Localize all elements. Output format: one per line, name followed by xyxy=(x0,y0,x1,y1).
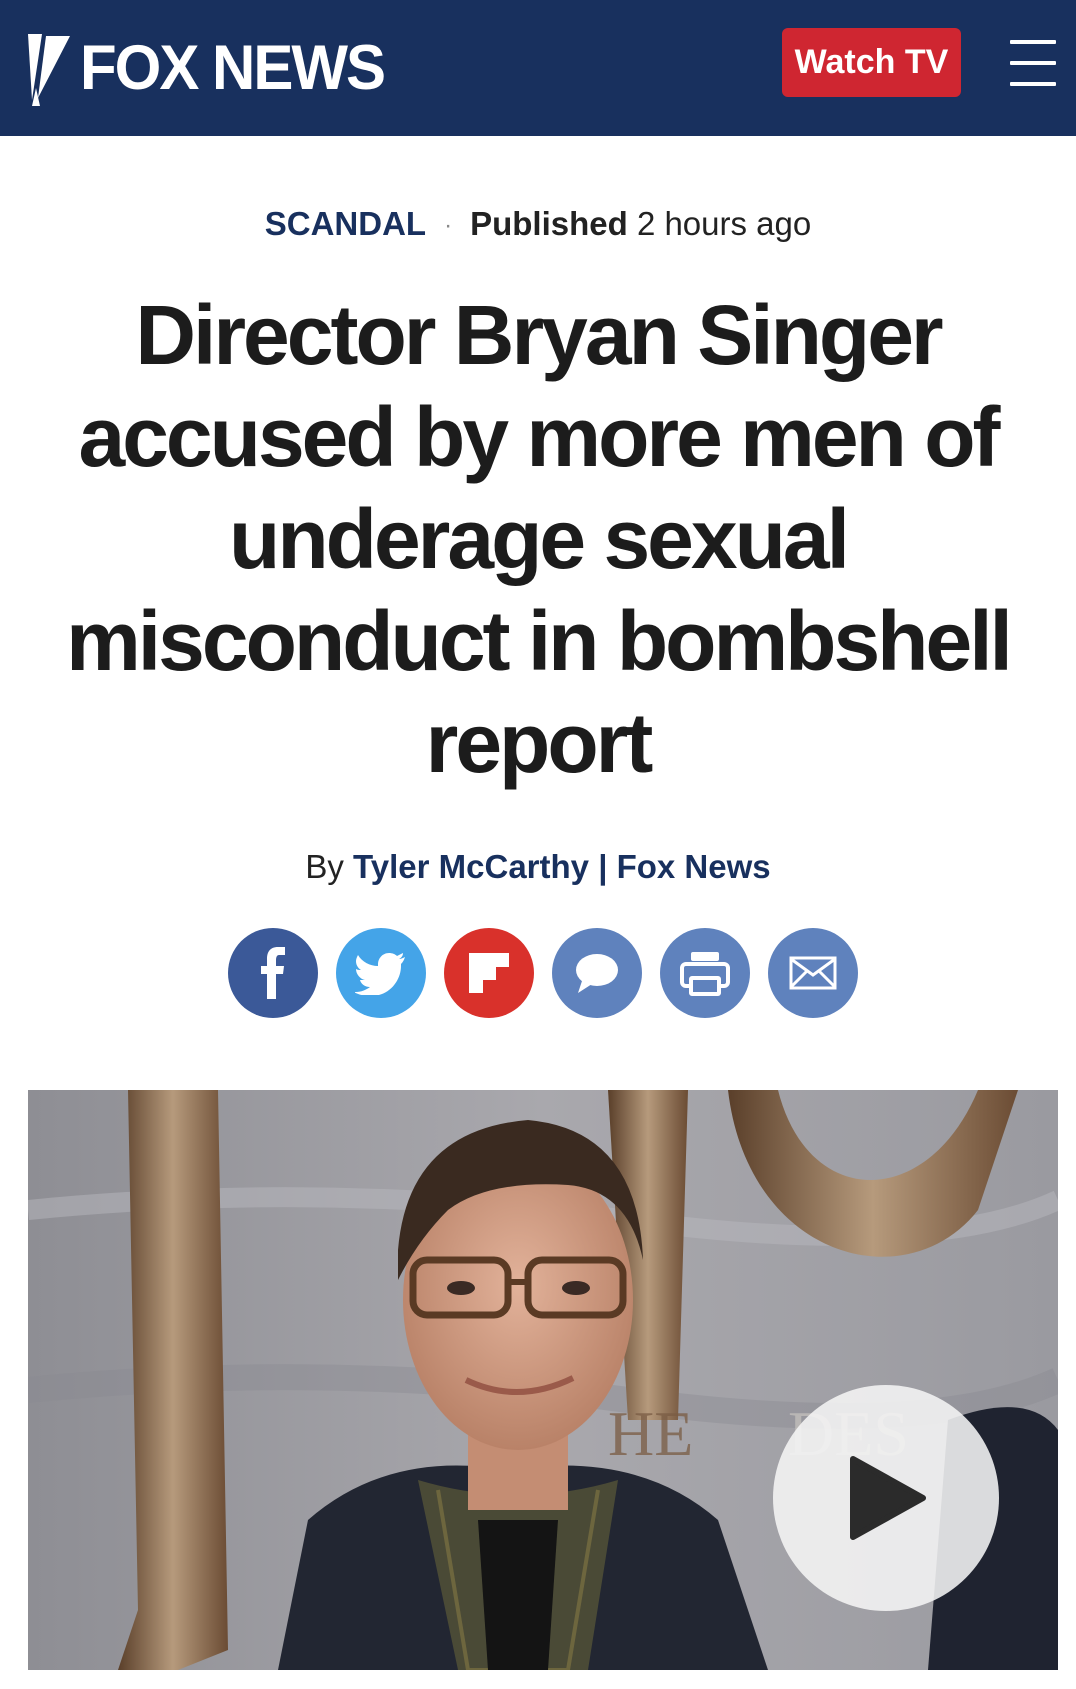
meta-separator: · xyxy=(444,212,453,240)
category-link[interactable]: SCANDAL xyxy=(265,205,426,242)
share-bar xyxy=(228,928,858,1018)
article-hero-video[interactable]: HE DES xyxy=(28,1090,1058,1670)
article-headline: Director Bryan Singer accused by more me… xyxy=(66,288,1013,790)
published-time: 2 hours ago xyxy=(636,205,812,242)
author-link[interactable]: Tyler McCarthy xyxy=(353,848,589,885)
watch-tv-button[interactable]: Watch TV xyxy=(782,28,961,97)
logo-text: FOX NEWS xyxy=(80,32,386,103)
twitter-share-button[interactable] xyxy=(336,928,426,1018)
top-navigation-bar: FOX NEWS Watch TV xyxy=(0,0,1076,136)
comment-icon xyxy=(576,954,618,993)
byline-separator: | xyxy=(598,848,608,885)
play-icon xyxy=(850,1456,926,1540)
byline-prefix: By xyxy=(305,848,344,885)
searchlight-icon xyxy=(28,34,70,106)
email-share-button[interactable] xyxy=(768,928,858,1018)
print-button[interactable] xyxy=(660,928,750,1018)
article-meta: SCANDAL · Published 2 hours ago xyxy=(0,205,1076,243)
hamburger-menu-icon[interactable] xyxy=(1010,40,1056,86)
facebook-icon xyxy=(261,947,285,999)
play-video-button[interactable] xyxy=(773,1385,999,1611)
outlet-link[interactable]: Fox News xyxy=(617,848,771,885)
flipboard-icon xyxy=(469,953,509,993)
twitter-icon xyxy=(355,953,405,995)
svg-text:HE: HE xyxy=(608,1398,693,1469)
print-icon xyxy=(680,952,730,996)
comment-button[interactable] xyxy=(552,928,642,1018)
byline: By Tyler McCarthy | Fox News xyxy=(0,848,1076,886)
facebook-share-button[interactable] xyxy=(228,928,318,1018)
fox-news-logo[interactable]: FOX NEWS xyxy=(18,28,386,108)
email-icon xyxy=(789,956,837,990)
published-label: Published xyxy=(470,205,628,242)
flipboard-share-button[interactable] xyxy=(444,928,534,1018)
